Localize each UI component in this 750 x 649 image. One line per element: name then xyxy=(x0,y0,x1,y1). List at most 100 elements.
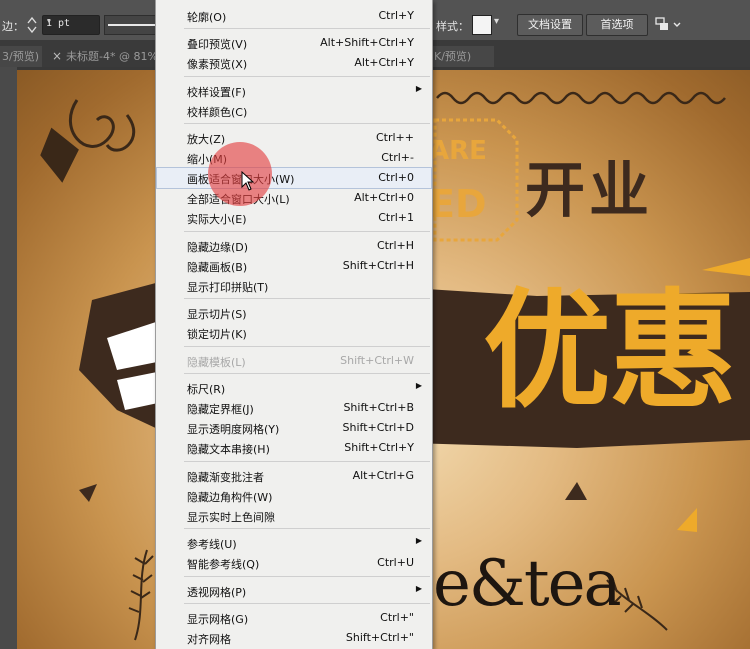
menu-item[interactable]: 显示网格(G) Ctrl+" xyxy=(157,608,431,628)
menu-item-shortcut: Shift+Ctrl+Y xyxy=(344,441,414,454)
opening-heading: 开业 xyxy=(525,156,653,226)
menu-item-label: 参考线(U) xyxy=(187,538,237,551)
document-tab[interactable]: 3/预览) xyxy=(0,46,42,67)
menu-item-label: 隐藏文本串接(H) xyxy=(187,443,270,456)
menu-item-label: 轮廓(O) xyxy=(187,11,227,24)
menu-item-label: 放大(Z) xyxy=(187,133,226,146)
menu-item-shortcut: Shift+Ctrl+H xyxy=(342,259,414,272)
style-label: 样式： xyxy=(436,20,469,33)
menu-item[interactable]: 全部适合窗口大小(L)Alt+Ctrl+0 xyxy=(157,188,431,208)
menu-item[interactable]: 显示实时上色间隙 xyxy=(157,506,431,526)
click-indicator xyxy=(208,142,272,206)
menu-item-shortcut: Ctrl+H xyxy=(376,239,414,252)
menu-item-label: 隐藏模板(L) xyxy=(187,356,246,369)
menu-item[interactable]: 画板适合窗口大小(W)Ctrl+0 xyxy=(156,167,432,189)
menu-item-shortcut: Ctrl+Y xyxy=(378,9,414,22)
menu-item[interactable]: 轮廓(O) Ctrl+Y xyxy=(157,6,431,26)
menu-item[interactable]: 实际大小(E) Ctrl+1 xyxy=(157,208,431,228)
menu-item-shortcut: Alt+Shift+Ctrl+Y xyxy=(320,36,414,49)
menu-item-shortcut: Alt+Ctrl+0 xyxy=(354,191,414,204)
menu-item[interactable]: 叠印预览(V) Alt+Shift+Ctrl+Y xyxy=(157,33,431,53)
view-menu: 轮廓(O) Ctrl+Y 叠印预览(V) Alt+Shift+Ctrl+Y 像素预览(X… xyxy=(155,0,433,649)
brand-wordmark: e&tea xyxy=(433,547,622,621)
badge-text-bottom: ED xyxy=(429,182,487,226)
menu-separator xyxy=(184,373,430,374)
menu-separator xyxy=(184,231,430,232)
menu-item[interactable]: 隐藏渐变批注者 Alt+Ctrl+G xyxy=(157,466,431,486)
menu-item-label: 对齐网格 xyxy=(187,633,231,646)
menu-item[interactable]: 智能参考线(Q) Ctrl+U xyxy=(157,553,431,573)
menu-item-shortcut: Ctrl+U xyxy=(377,556,414,569)
ornament-border xyxy=(436,91,726,105)
menu-item-shortcut: Shift+Ctrl+B xyxy=(343,401,414,414)
submenu-arrow-icon: ▶ xyxy=(415,84,422,93)
triangle-ornament xyxy=(565,482,587,500)
chevron-down-icon[interactable]: ▾ xyxy=(46,16,97,27)
menu-item-label: 隐藏定界框(J) xyxy=(187,403,254,416)
ornament-flourish xyxy=(40,99,136,183)
mouse-cursor-icon xyxy=(241,170,255,194)
menu-item[interactable]: 参考线(U) ▶ xyxy=(157,533,431,553)
preferences-button[interactable]: 首选项 xyxy=(586,14,648,36)
promo-heading: 优惠 xyxy=(483,277,737,426)
document-settings-button[interactable]: 文档设置 xyxy=(517,14,583,36)
arrange-documents-icon[interactable] xyxy=(654,16,684,34)
menu-separator xyxy=(184,76,430,77)
menu-item[interactable]: 标尺(R) ▶ xyxy=(157,378,431,398)
menu-item[interactable]: 透视网格(P) ▶ xyxy=(157,581,431,601)
stroke-style-preview[interactable] xyxy=(104,15,158,35)
menu-item[interactable]: 隐藏定界框(J) Shift+Ctrl+B xyxy=(157,398,431,418)
menu-separator xyxy=(184,461,430,462)
menu-item[interactable]: 隐藏文本串接(H) Shift+Ctrl+Y xyxy=(157,438,431,458)
menu-item[interactable]: 隐藏边缘(D) Ctrl+H xyxy=(157,236,431,256)
menu-item[interactable]: 校样设置(F) ▶ xyxy=(157,81,431,101)
badge-text-top: ARE xyxy=(429,136,487,166)
menu-item-label: 叠印预览(V) xyxy=(187,38,248,51)
menu-item-shortcut: Alt+Ctrl+Y xyxy=(354,56,414,69)
menu-item-label: 隐藏画板(B) xyxy=(187,261,248,274)
menu-item-shortcut: Ctrl+- xyxy=(381,151,414,164)
menu-item-label: 智能参考线(Q) xyxy=(187,558,260,571)
menu-item-shortcut: Shift+Ctrl+W xyxy=(340,354,414,367)
document-tab[interactable]: 未标题-4* @ 81% xyxy=(66,46,156,67)
menu-item-label: 校样颜色(C) xyxy=(187,106,248,119)
menu-item[interactable]: 像素预览(X) Alt+Ctrl+Y xyxy=(157,53,431,73)
stroke-weight-field[interactable]: 1 pt ▾ xyxy=(42,15,100,35)
menu-item[interactable]: 缩小(M) Ctrl+- xyxy=(157,148,431,168)
menu-item-shortcut: Shift+Ctrl+D xyxy=(342,421,414,434)
menu-item[interactable]: 放大(Z) Ctrl++ xyxy=(157,128,431,148)
menu-item-label: 显示实时上色间隙 xyxy=(187,511,275,524)
menu-item: 隐藏模板(L) Shift+Ctrl+W xyxy=(157,351,431,371)
menu-item-label: 隐藏边缘(D) xyxy=(187,241,249,254)
stroke-label: 边： xyxy=(2,20,24,33)
menu-item-label: 显示透明度网格(Y) xyxy=(187,423,280,436)
menu-item[interactable]: 校样颜色(C) xyxy=(157,101,431,121)
menu-item[interactable]: 显示透明度网格(Y) Shift+Ctrl+D xyxy=(157,418,431,438)
menu-item[interactable]: 显示切片(S) xyxy=(157,303,431,323)
document-tab[interactable]: K/预览) xyxy=(432,46,494,67)
graphic-style-swatch[interactable] xyxy=(472,15,492,35)
menu-item[interactable]: 隐藏画板(B) Shift+Ctrl+H xyxy=(157,256,431,276)
menu-item-label: 锁定切片(K) xyxy=(187,328,247,341)
triangle-ornament xyxy=(702,258,750,276)
menu-item-label: 校样设置(F) xyxy=(187,86,246,99)
menu-item-label: 显示网格(G) xyxy=(187,613,249,626)
menu-separator xyxy=(184,603,430,604)
menu-item-shortcut: Ctrl++ xyxy=(375,131,414,144)
triangle-ornament xyxy=(79,484,97,502)
menu-item[interactable]: 隐藏边角构件(W) xyxy=(157,486,431,506)
menu-item[interactable]: 锁定切片(K) xyxy=(157,323,431,343)
menu-item[interactable]: 显示打印拼贴(T) xyxy=(157,276,431,296)
submenu-arrow-icon: ▶ xyxy=(415,381,422,390)
stroke-stepper[interactable] xyxy=(26,15,38,35)
triangle-ornament xyxy=(677,508,697,532)
chevron-down-icon[interactable]: ▾ xyxy=(494,16,499,27)
vertical-ruler[interactable] xyxy=(0,67,17,649)
submenu-arrow-icon: ▶ xyxy=(415,584,422,593)
menu-item[interactable]: 对齐网格 Shift+Ctrl+" xyxy=(157,628,431,648)
menu-separator xyxy=(184,346,430,347)
stroke-line-sample xyxy=(108,24,157,26)
close-icon[interactable]: × xyxy=(52,46,62,67)
menu-item-shortcut: Ctrl+1 xyxy=(378,211,414,224)
menu-separator xyxy=(184,298,430,299)
